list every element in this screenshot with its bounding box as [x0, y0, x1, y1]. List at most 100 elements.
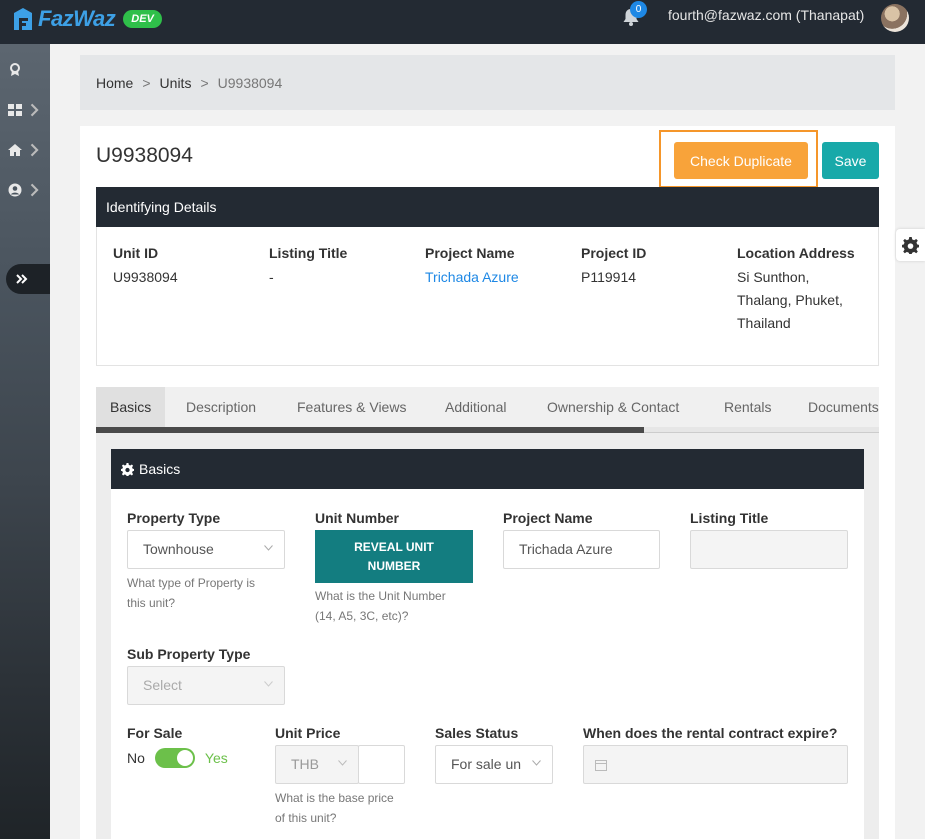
logo[interactable]: FazWaz DEV	[12, 6, 162, 32]
double-chevron-right-icon	[16, 274, 28, 284]
location-line: Thalang, Phuket,	[737, 292, 843, 308]
currency-select[interactable]: THB	[275, 745, 359, 784]
calendar-icon	[595, 760, 607, 771]
listing-title-value: -	[269, 269, 274, 285]
sidebar-item-dashboard[interactable]	[8, 100, 44, 120]
chevron-right-icon	[30, 103, 39, 117]
tab-features-views[interactable]: Features & Views	[297, 387, 406, 427]
tab-additional[interactable]: Additional	[445, 387, 507, 427]
property-type-label: Property Type	[127, 510, 221, 526]
project-name-label: Project Name	[425, 245, 515, 261]
tab-basics[interactable]: Basics	[96, 387, 166, 427]
property-type-help: What type of Property is this unit?	[127, 573, 255, 613]
sidebar-item-properties[interactable]	[8, 140, 44, 160]
project-name-field: Project Name Trichada Azure	[425, 245, 519, 289]
chevron-right-icon	[30, 183, 39, 197]
gear-icon	[902, 236, 919, 254]
for-sale-on-label: Yes	[204, 750, 228, 766]
help-line: this unit?	[127, 596, 176, 610]
tab-ownership-contact[interactable]: Ownership & Contact	[547, 387, 679, 427]
help-line: What is the Unit Number	[315, 589, 446, 603]
listing-title-field-label: Listing Title	[690, 510, 769, 526]
unit-price-help: What is the base price of this unit?	[275, 788, 394, 828]
breadcrumb-current: U9938094	[217, 74, 283, 91]
chevron-down-icon	[264, 545, 273, 551]
project-name-input[interactable]: Trichada Azure	[503, 530, 660, 569]
rental-expiry-input[interactable]	[583, 745, 848, 784]
sales-status-select[interactable]: For sale un	[435, 745, 553, 784]
page-title: U9938094	[96, 144, 193, 167]
award-icon	[10, 63, 20, 76]
unit-number-help: What is the Unit Number (14, A5, 3C, etc…	[315, 586, 446, 626]
listing-title-field: Listing Title -	[269, 245, 347, 289]
property-type-select[interactable]: Townhouse	[127, 530, 285, 569]
help-line: What is the base price	[275, 791, 394, 805]
unit-card: U9938094 Check Duplicate Save Identifyin…	[80, 126, 895, 839]
notification-count-badge: 0	[630, 1, 647, 18]
help-line: of this unit?	[275, 811, 337, 825]
for-sale-off-label: No	[127, 750, 145, 766]
basics-form: Property Type Townhouse What type of Pro…	[111, 489, 864, 839]
chevron-down-icon	[532, 760, 541, 766]
sub-property-type-value: Select	[143, 677, 182, 693]
env-badge: DEV	[123, 10, 162, 28]
identifying-details-body: Unit ID U9938094 Listing Title - Project…	[96, 227, 879, 366]
listing-title-label: Listing Title	[269, 245, 348, 261]
sales-status-value: For sale un	[451, 756, 522, 772]
location-address-field: Location Address Si Sunthon, Thalang, Ph…	[737, 245, 855, 335]
check-duplicate-button[interactable]: Check Duplicate	[674, 142, 808, 179]
tab-description[interactable]: Description	[186, 387, 256, 427]
listing-title-input[interactable]	[690, 530, 848, 569]
project-id-value: P119914	[581, 269, 637, 285]
breadcrumb-units[interactable]: Units	[160, 75, 192, 91]
breadcrumb-separator: >	[200, 74, 209, 91]
basics-section: Basics Property Type Townhouse What type…	[96, 433, 879, 839]
currency-value: THB	[291, 756, 319, 772]
breadcrumb-separator: >	[142, 74, 151, 91]
project-name-link[interactable]: Trichada Azure	[425, 266, 519, 289]
unit-number-label: Unit Number	[315, 510, 399, 526]
reveal-unit-number-button[interactable]: REVEAL UNIT NUMBER	[315, 530, 473, 583]
basics-header: Basics	[111, 449, 864, 489]
sub-property-type-label: Sub Property Type	[127, 646, 251, 662]
settings-panel-toggle[interactable]	[896, 229, 925, 261]
identifying-details-header: Identifying Details	[96, 187, 879, 227]
unit-price-label: Unit Price	[275, 725, 341, 741]
save-button[interactable]: Save	[822, 142, 879, 179]
reveal-button-line: REVEAL UNIT	[354, 539, 434, 554]
tab-documents[interactable]: Documents	[808, 387, 879, 427]
unit-price-input[interactable]	[358, 745, 405, 784]
home-icon	[8, 144, 22, 156]
sidebar-item-users[interactable]	[8, 180, 44, 200]
avatar[interactable]	[881, 4, 909, 32]
sidebar	[0, 44, 50, 839]
unit-id-value: U9938094	[113, 269, 178, 285]
user-circle-icon	[8, 183, 22, 197]
unit-id-label: Unit ID	[113, 245, 159, 261]
unit-id-field: Unit ID U9938094	[113, 245, 178, 289]
chevron-down-icon	[338, 760, 347, 766]
sales-status-label: Sales Status	[435, 725, 519, 741]
chevron-right-icon	[30, 143, 39, 157]
user-menu[interactable]: fourth@fazwaz.com (Thanapat)	[668, 7, 864, 23]
sidebar-expand-button[interactable]	[6, 264, 50, 294]
for-sale-label: For Sale	[127, 725, 183, 741]
breadcrumb: Home > Units > U9938094	[80, 55, 895, 110]
sub-property-type-select[interactable]: Select	[127, 666, 285, 705]
grid-icon	[8, 104, 22, 116]
location-address-label: Location Address	[737, 245, 855, 261]
breadcrumb-home[interactable]: Home	[96, 75, 133, 91]
chevron-down-icon	[264, 681, 273, 687]
project-id-field: Project ID P119914	[581, 245, 646, 289]
help-line: (14, A5, 3C, etc)?	[315, 609, 409, 623]
gear-icon	[121, 462, 134, 476]
help-line: What type of Property is	[127, 576, 256, 590]
location-line: Thailand	[737, 315, 791, 331]
for-sale-toggle[interactable]	[154, 748, 195, 768]
top-bar: FazWaz DEV 0 fourth@fazwaz.com (Thanapat…	[0, 0, 925, 44]
reveal-button-line: NUMBER	[367, 558, 421, 573]
project-name-field-label: Project Name	[503, 510, 593, 526]
sidebar-item-awards[interactable]	[8, 60, 44, 80]
rental-expiry-label: When does the rental contract expire?	[583, 725, 838, 741]
tab-rentals[interactable]: Rentals	[724, 387, 771, 427]
